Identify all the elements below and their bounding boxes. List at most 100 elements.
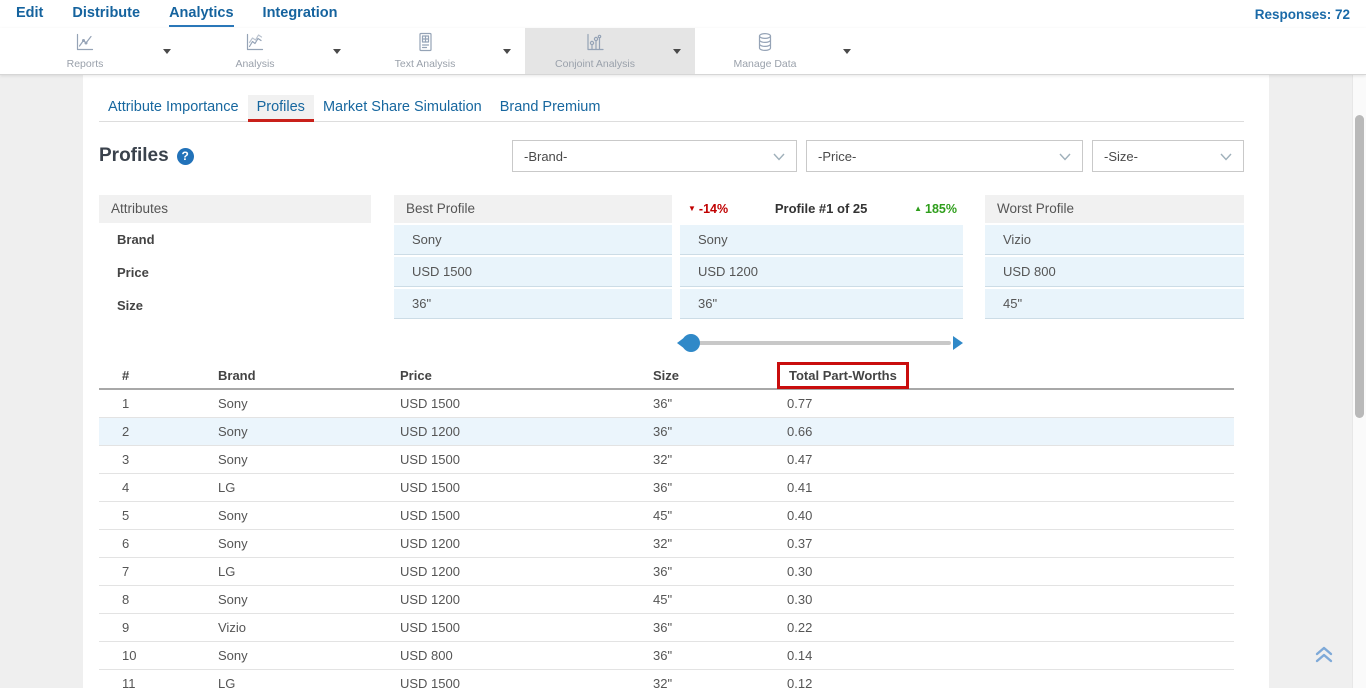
toolbar-text-analysis[interactable]: Text Analysis — [355, 28, 525, 74]
page-body: Attribute ImportanceProfilesMarket Share… — [0, 75, 1366, 688]
toolbar-reports[interactable]: Reports — [15, 28, 185, 74]
table-cell: USD 1200 — [400, 536, 653, 551]
caret-down-icon[interactable] — [503, 49, 511, 54]
dropdown-price[interactable]: -Price- — [806, 140, 1083, 172]
table-row[interactable]: 11LGUSD 150032"0.12 — [99, 670, 1234, 688]
table-row[interactable]: 10SonyUSD 80036"0.14 — [99, 642, 1234, 670]
profile-value-cell: 36" — [680, 289, 963, 319]
table-cell: USD 1200 — [400, 564, 653, 579]
triangle-down-icon: ▼ — [688, 195, 696, 223]
table-cell: 3 — [122, 452, 218, 467]
table-cell: LG — [218, 676, 400, 688]
help-icon[interactable]: ? — [177, 148, 194, 165]
table-cell: USD 800 — [400, 648, 653, 663]
dropdown-brand[interactable]: -Brand- — [512, 140, 797, 172]
delta-up-value: 185% — [925, 195, 957, 223]
dropdown-size[interactable]: -Size- — [1092, 140, 1244, 172]
chevron-down-icon — [1220, 149, 1232, 164]
top-navigation: Edit Distribute Analytics Integration Respo… — [0, 0, 1366, 28]
table-cell: 1 — [122, 396, 218, 411]
nav-item-integration[interactable]: Integration — [263, 1, 338, 27]
toolbar-label-conjoint-analysis: Conjoint Analysis — [525, 58, 665, 70]
table-cell: Sony — [218, 508, 400, 523]
profile-value-cell: USD 1200 — [680, 257, 963, 287]
table-cell: 7 — [122, 564, 218, 579]
database-icon — [753, 41, 777, 58]
title-row: Profiles ? -Brand--Price--Size- — [99, 139, 1244, 173]
trend-chart-icon — [243, 41, 267, 58]
table-cell: 45" — [653, 508, 787, 523]
table-cell: USD 1500 — [400, 620, 653, 635]
table-cell: 0.77 — [787, 396, 1234, 411]
table-row[interactable]: 4LGUSD 150036"0.41 — [99, 474, 1234, 502]
table-row[interactable]: 7LGUSD 120036"0.30 — [99, 558, 1234, 586]
table-cell: 36" — [653, 648, 787, 663]
table-row[interactable]: 9VizioUSD 150036"0.22 — [99, 614, 1234, 642]
tab-profiles[interactable]: Profiles — [248, 95, 314, 121]
table-row[interactable]: 1SonyUSD 150036"0.77 — [99, 390, 1234, 418]
table-cell: 0.22 — [787, 620, 1234, 635]
table-cell: Sony — [218, 424, 400, 439]
header-cell-size: Size — [653, 368, 787, 383]
caret-down-icon[interactable] — [843, 49, 851, 54]
profile-value-cell: Vizio — [985, 225, 1244, 255]
slider-track[interactable] — [688, 341, 951, 345]
table-cell: 6 — [122, 536, 218, 551]
worst-profile-column: Worst ProfileVizioUSD 80045" — [985, 195, 1244, 324]
nav-item-edit[interactable]: Edit — [16, 1, 43, 27]
caret-down-icon[interactable] — [163, 49, 171, 54]
nav-item-distribute[interactable]: Distribute — [72, 1, 140, 27]
profile-value-cell: Sony — [680, 225, 963, 255]
tab-brand-premium[interactable]: Brand Premium — [491, 95, 610, 121]
toolbar-manage-data[interactable]: Manage Data — [695, 28, 865, 74]
table-cell: Sony — [218, 592, 400, 607]
table-cell: 0.14 — [787, 648, 1234, 663]
scroll-to-top-button[interactable] — [1314, 645, 1334, 668]
scrollbar-track[interactable] — [1352, 75, 1366, 688]
caret-down-icon[interactable] — [333, 49, 341, 54]
table-row[interactable]: 3SonyUSD 150032"0.47 — [99, 446, 1234, 474]
table-cell: LG — [218, 564, 400, 579]
nav-item-analytics[interactable]: Analytics — [169, 1, 233, 27]
profile-value-cell: Sony — [394, 225, 672, 255]
toolbar-label-reports: Reports — [15, 58, 155, 70]
tab-attribute-importance[interactable]: Attribute Importance — [99, 95, 248, 121]
delta-up-badge: ▲185% — [914, 195, 957, 223]
table-cell: 32" — [653, 452, 787, 467]
profile-counter: Profile #1 of 25 — [775, 195, 867, 223]
line-chart-icon — [73, 41, 97, 58]
table-cell: USD 1500 — [400, 452, 653, 467]
scrollbar-thumb[interactable] — [1355, 115, 1364, 418]
profile-value-cell: 45" — [985, 289, 1244, 319]
slider-handle[interactable] — [682, 334, 700, 352]
conjoint-subnav: Attribute ImportanceProfilesMarket Share… — [99, 95, 1244, 122]
profile-comparison: AttributesBrandPriceSizeBest ProfileSony… — [99, 195, 1244, 324]
toolbar-conjoint-analysis[interactable]: Conjoint Analysis — [525, 28, 695, 74]
table-cell: 36" — [653, 564, 787, 579]
caret-down-icon[interactable] — [673, 49, 681, 54]
table-cell: 5 — [122, 508, 218, 523]
table-cell: Sony — [218, 396, 400, 411]
table-cell: 8 — [122, 592, 218, 607]
best-profile-column: Best ProfileSonyUSD 150036" — [394, 195, 672, 324]
table-row[interactable]: 2SonyUSD 120036"0.66 — [99, 418, 1234, 446]
tab-market-share-simulation[interactable]: Market Share Simulation — [314, 95, 491, 121]
toolbar-label-manage-data: Manage Data — [695, 58, 835, 70]
table-cell: USD 1500 — [400, 676, 653, 688]
attributes-header: Attributes — [99, 195, 371, 223]
table-cell: Vizio — [218, 620, 400, 635]
header-cell-price: Price — [400, 368, 653, 383]
table-header-row: #BrandPriceSizeTotal Part-Worths — [99, 362, 1234, 390]
table-cell: 0.12 — [787, 676, 1234, 688]
table-row[interactable]: 5SonyUSD 150045"0.40 — [99, 502, 1234, 530]
table-cell: 11 — [122, 676, 218, 688]
table-row[interactable]: 6SonyUSD 120032"0.37 — [99, 530, 1234, 558]
content-card: Attribute ImportanceProfilesMarket Share… — [83, 75, 1269, 688]
slider-next-arrow-icon[interactable] — [953, 336, 963, 350]
profile-slider — [680, 324, 963, 362]
toolbar-analysis[interactable]: Analysis — [185, 28, 355, 74]
dropdown-value: -Size- — [1104, 149, 1138, 164]
responses-count[interactable]: Responses: 72 — [1255, 7, 1350, 22]
table-cell: 9 — [122, 620, 218, 635]
table-row[interactable]: 8SonyUSD 120045"0.30 — [99, 586, 1234, 614]
